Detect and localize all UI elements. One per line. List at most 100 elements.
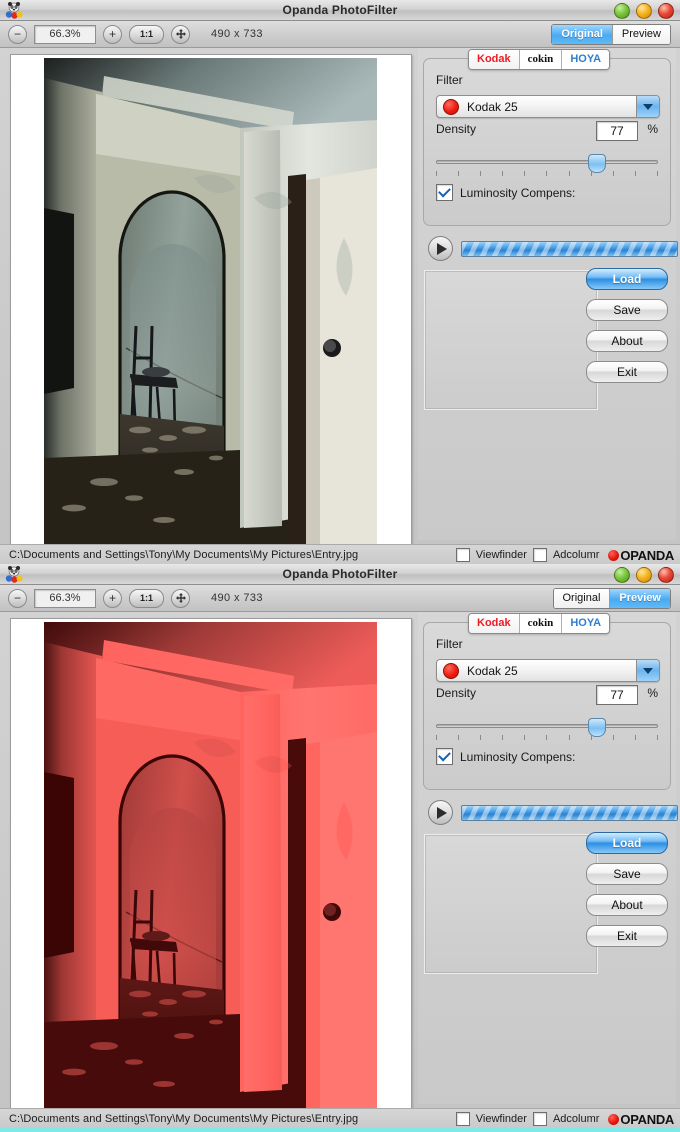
save-button[interactable]: Save [586, 299, 668, 321]
viewfinder-checkbox[interactable] [455, 1112, 470, 1126]
density-label: Density [436, 686, 477, 700]
exit-button[interactable]: Exit [586, 361, 668, 383]
action-buttons: Load Save About Exit [586, 832, 668, 947]
chevron-down-icon[interactable] [636, 96, 659, 117]
window-title: Opanda PhotoFilter [282, 3, 398, 17]
tab-cokin[interactable]: cokin [519, 50, 563, 69]
tab-preview[interactable]: Preview [610, 589, 670, 608]
opanda-wordmark: OPANDA [620, 547, 674, 563]
about-button[interactable]: About [586, 894, 668, 916]
filter-color-swatch [443, 662, 459, 679]
load-button[interactable]: Load [586, 832, 668, 854]
filter-groupbox: Kodak cokin HOYA Filter Kodak 25 Density… [423, 613, 671, 790]
title-bar: Opanda PhotoFilter [0, 564, 680, 585]
luminosity-label: Luminosity Compens: [460, 185, 576, 200]
viewfinder-checkbox[interactable] [455, 548, 470, 562]
density-slider[interactable] [436, 154, 658, 173]
slider-track [436, 724, 658, 728]
luminosity-checkbox[interactable] [436, 748, 453, 765]
adcolumn-label: Adcolumr [552, 1113, 600, 1125]
slider-ticks [436, 171, 658, 177]
zoom-button[interactable] [636, 567, 652, 583]
title-bar: Opanda PhotoFilter [0, 0, 680, 21]
viewfinder-label: Viewfinder [475, 1113, 527, 1125]
image-canvas[interactable] [10, 618, 412, 1112]
app-window-1: Opanda PhotoFilter − 66.3% + 1:1 490 x 7… [0, 0, 680, 564]
view-mode-segmented: Original Preview [551, 24, 671, 45]
tab-cokin[interactable]: cokin [519, 614, 563, 633]
luminosity-compensation-row[interactable]: Luminosity Compens: [436, 184, 575, 201]
play-icon[interactable] [428, 800, 453, 825]
actual-size-button[interactable]: 1:1 [129, 24, 164, 44]
brand-tabs: Kodak cokin HOYA [468, 49, 611, 70]
screen-root: Opanda PhotoFilter − 66.3% + 1:1 490 x 7… [0, 0, 680, 1132]
density-label: Density [436, 122, 477, 136]
progress-row [428, 236, 678, 261]
zoom-button[interactable] [636, 3, 652, 19]
opanda-dot-icon [608, 549, 620, 561]
toolbar: − 66.3% + 1:1 490 x 733 Original Preview [0, 21, 680, 48]
pan-tool-button[interactable] [171, 24, 190, 44]
tab-hoya[interactable]: HOYA [562, 50, 610, 69]
filter-label: Filter [436, 637, 463, 651]
filter-label: Filter [436, 73, 463, 87]
close-button[interactable] [658, 3, 674, 19]
play-icon[interactable] [428, 236, 453, 261]
tab-kodak[interactable]: Kodak [469, 614, 520, 633]
tab-preview[interactable]: Preview [612, 25, 670, 44]
exit-button[interactable]: Exit [586, 925, 668, 947]
filter-groupbox: Kodak cokin HOYA Filter Kodak 25 Density… [423, 49, 671, 226]
minimize-button[interactable] [614, 567, 630, 583]
control-panel: Kodak cokin HOYA Filter Kodak 25 Density… [418, 612, 678, 1104]
control-panel: Kodak cokin HOYA Filter Kodak 25 Density… [418, 48, 678, 540]
about-button[interactable]: About [586, 330, 668, 352]
density-input[interactable]: 77 [596, 121, 638, 141]
slider-ticks [436, 735, 658, 741]
minimize-button[interactable] [614, 3, 630, 19]
filter-select[interactable]: Kodak 25 [436, 659, 660, 682]
file-path: C:\Documents and Settings\Tony\My Docume… [9, 1113, 359, 1125]
luminosity-checkbox[interactable] [436, 184, 453, 201]
tab-original[interactable]: Original [553, 589, 611, 608]
zoom-in-button[interactable]: + [103, 588, 122, 608]
chevron-down-icon[interactable] [636, 660, 659, 681]
toolbar: − 66.3% + 1:1 490 x 733 Original Preview [0, 585, 680, 612]
status-options: Viewfinder Adcolumr OPANDA [455, 1109, 674, 1128]
window-body: Kodak cokin HOYA Filter Kodak 25 Density… [0, 48, 680, 548]
adcolumn-checkbox[interactable] [532, 1112, 547, 1126]
opanda-wordmark: OPANDA [620, 1111, 674, 1127]
image-dimensions: 490 x 733 [211, 592, 263, 604]
filter-selected-value: Kodak 25 [467, 99, 518, 114]
zoom-in-button[interactable]: + [103, 24, 122, 44]
density-input[interactable]: 77 [596, 685, 638, 705]
density-slider[interactable] [436, 718, 658, 737]
tab-kodak[interactable]: Kodak [469, 50, 520, 69]
image-dimensions: 490 x 733 [211, 28, 263, 40]
luminosity-label: Luminosity Compens: [460, 749, 576, 764]
file-path: C:\Documents and Settings\Tony\My Docume… [9, 549, 359, 561]
density-unit: % [647, 122, 658, 136]
tab-original[interactable]: Original [552, 25, 613, 44]
image-canvas[interactable] [10, 54, 412, 548]
adcolumn-checkbox[interactable] [532, 548, 547, 562]
opanda-dot-icon [608, 1113, 620, 1125]
zoom-out-button[interactable]: − [8, 588, 27, 608]
panda-icon [5, 566, 23, 583]
actual-size-button[interactable]: 1:1 [129, 588, 164, 608]
close-button[interactable] [658, 567, 674, 583]
zoom-level-field[interactable]: 66.3% [34, 24, 96, 44]
zoom-level-field[interactable]: 66.3% [34, 588, 96, 608]
filter-select[interactable]: Kodak 25 [436, 95, 660, 118]
window-title: Opanda PhotoFilter [282, 567, 398, 581]
status-options: Viewfinder Adcolumr OPANDA [455, 545, 674, 564]
tab-hoya[interactable]: HOYA [562, 614, 610, 633]
pan-tool-button[interactable] [171, 588, 190, 608]
filter-selected-value: Kodak 25 [467, 663, 518, 678]
info-box [424, 834, 598, 974]
save-button[interactable]: Save [586, 863, 668, 885]
window-body: Kodak cokin HOYA Filter Kodak 25 Density… [0, 612, 680, 1112]
luminosity-compensation-row[interactable]: Luminosity Compens: [436, 748, 575, 765]
zoom-out-button[interactable]: − [8, 24, 27, 44]
load-button[interactable]: Load [586, 268, 668, 290]
progress-row [428, 800, 678, 825]
